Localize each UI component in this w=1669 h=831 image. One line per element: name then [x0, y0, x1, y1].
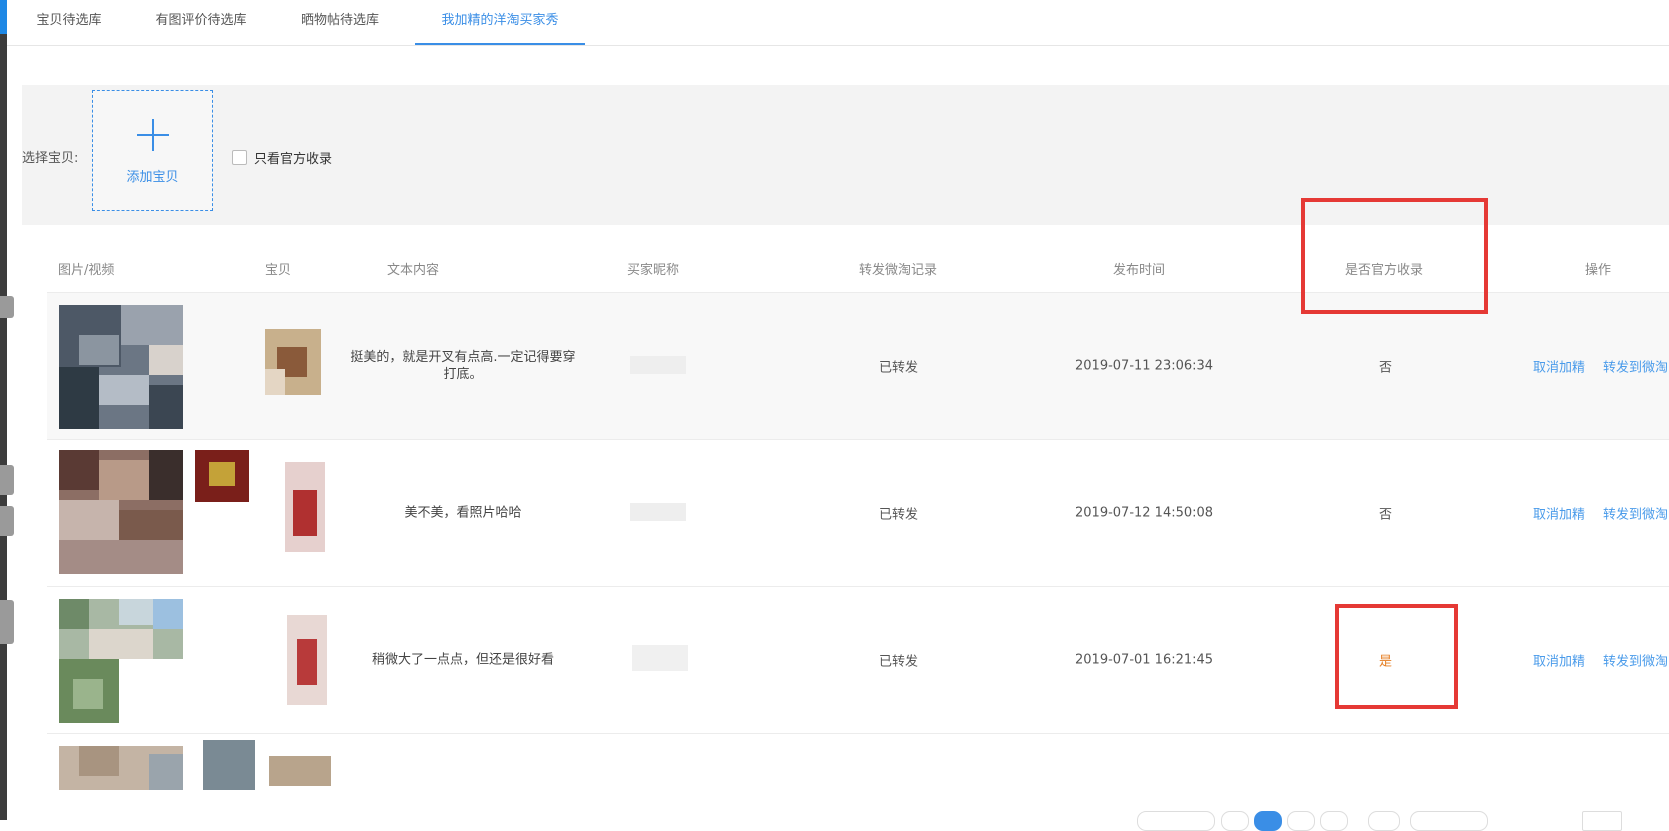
review-text: 挺美的，就是开叉有点高.一定记得要穿打底。 [350, 350, 576, 382]
media-thumbnail[interactable] [59, 450, 249, 574]
window-edge [0, 0, 7, 820]
table-row [47, 734, 1669, 794]
item-thumbnail[interactable] [285, 462, 325, 552]
media-thumbnail[interactable] [59, 305, 183, 429]
tab-post-library[interactable]: 晒物帖待选库 [296, 0, 384, 45]
official-only-checkbox[interactable]: 只看官方收录 [232, 148, 332, 167]
pager-page-button[interactable] [1221, 811, 1249, 831]
tab-review-library[interactable]: 有图评价待选库 [151, 0, 251, 45]
forward-status: 已转发 [879, 654, 919, 670]
header-time: 发布时间 [1113, 263, 1166, 278]
item-thumbnail[interactable] [269, 756, 331, 786]
pager-page-button[interactable] [1287, 811, 1315, 831]
highlight-box-yes [1335, 604, 1458, 709]
forward-status: 已转发 [879, 360, 919, 376]
forward-status: 已转发 [879, 507, 919, 523]
forward-to-weitao-button[interactable]: 转发到微淘 [1603, 357, 1668, 376]
media-thumbnail[interactable] [59, 599, 183, 723]
forward-to-weitao-button[interactable]: 转发到微淘 [1603, 504, 1668, 523]
edge-handle [0, 506, 14, 536]
pager-page-button[interactable] [1368, 811, 1400, 831]
checkbox-box[interactable] [232, 150, 247, 165]
publish-time: 2019-07-11 23:06:34 [1075, 358, 1214, 374]
cancel-featured-button[interactable]: 取消加精 [1533, 651, 1585, 670]
item-thumbnail[interactable] [265, 329, 321, 395]
highlight-box-header [1301, 198, 1488, 314]
cancel-featured-button[interactable]: 取消加精 [1533, 357, 1585, 376]
official-only-label: 只看官方收录 [254, 152, 333, 167]
pager-current-page[interactable] [1254, 811, 1282, 831]
header-buyer: 买家昵称 [627, 263, 680, 278]
table-row: 挺美的，就是开叉有点高.一定记得要穿打底。 已转发 2019-07-11 23:… [47, 293, 1669, 440]
header-item: 宝贝 [265, 263, 292, 278]
add-item-button[interactable]: 添加宝贝 [92, 90, 213, 211]
item-thumbnail[interactable] [287, 615, 327, 705]
plus-icon [137, 119, 169, 151]
forward-to-weitao-button[interactable]: 转发到微淘 [1603, 651, 1668, 670]
header-actions: 操作 [1585, 263, 1612, 278]
table-row: 美不美，看照片哈哈 已转发 2019-07-12 14:50:08 否 取消加精… [47, 440, 1669, 587]
tab-item-library[interactable]: 宝贝待选库 [33, 0, 105, 45]
pager-prev-button[interactable] [1137, 811, 1215, 831]
header-media: 图片/视频 [58, 263, 115, 278]
edge-handle [0, 465, 14, 495]
pager-page-button[interactable] [1320, 811, 1348, 831]
cancel-featured-button[interactable]: 取消加精 [1533, 504, 1585, 523]
header-text: 文本内容 [387, 263, 440, 278]
edge-handle [0, 296, 14, 318]
review-text: 稍微大了一点点，但还是很好看 [371, 652, 554, 668]
buyer-nickname [630, 503, 686, 521]
tab-bar: 宝贝待选库 有图评价待选库 晒物帖待选库 我加精的洋淘买家秀 [7, 0, 1669, 46]
publish-time: 2019-07-01 16:21:45 [1075, 652, 1214, 668]
buyer-nickname [632, 645, 688, 671]
pager-next-button[interactable] [1410, 811, 1488, 831]
select-item-label: 选择宝贝: [22, 151, 79, 166]
header-forward: 转发微淘记录 [859, 263, 938, 278]
tab-my-featured[interactable]: 我加精的洋淘买家秀 [415, 0, 585, 45]
add-item-label: 添加宝贝 [126, 170, 179, 185]
media-thumbnail[interactable] [59, 740, 255, 790]
official-status: 否 [1379, 360, 1393, 376]
publish-time: 2019-07-12 14:50:08 [1075, 505, 1214, 521]
review-text: 美不美，看照片哈哈 [404, 505, 522, 521]
window-edge-accent [0, 0, 7, 34]
pager-jump-input[interactable] [1582, 811, 1622, 831]
edge-handle [0, 600, 14, 644]
buyer-nickname [630, 356, 686, 374]
official-status: 否 [1379, 507, 1393, 523]
